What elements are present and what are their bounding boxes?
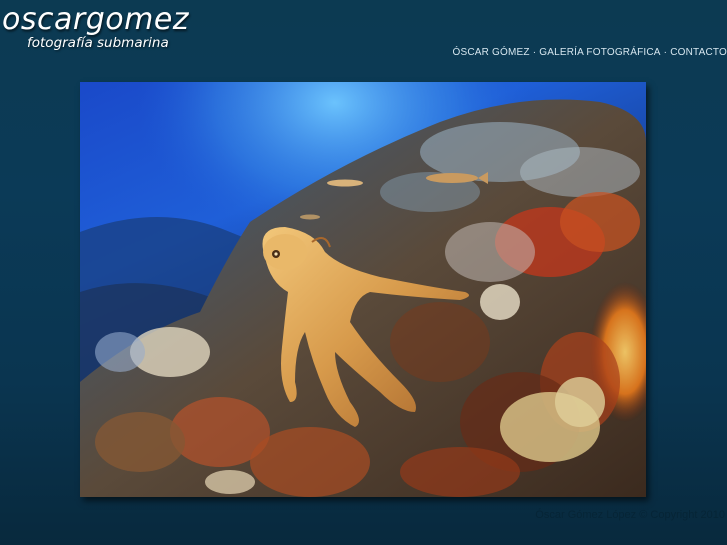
octopus-photo-image: [80, 82, 646, 497]
copyright-footer: Óscar Gómez López © Copyright 2010: [535, 509, 725, 521]
nav-link-contacto[interactable]: CONTACTO: [670, 47, 727, 58]
featured-photo[interactable]: [80, 82, 646, 497]
logo-title: oscargomez: [2, 2, 190, 37]
nav-separator: ·: [532, 47, 537, 58]
logo-subtitle: fotografía submarina: [27, 35, 169, 51]
site-logo[interactable]: oscargomez fotografía submarina: [2, 2, 190, 51]
top-navigation: ÓSCAR GÓMEZ · GALERÍA FOTOGRÁFICA · CONTACTO: [453, 47, 727, 58]
nav-link-oscar-gomez[interactable]: ÓSCAR GÓMEZ: [453, 47, 530, 58]
nav-separator: ·: [663, 47, 668, 58]
nav-link-galeria[interactable]: GALERÍA FOTOGRÁFICA: [539, 47, 660, 58]
